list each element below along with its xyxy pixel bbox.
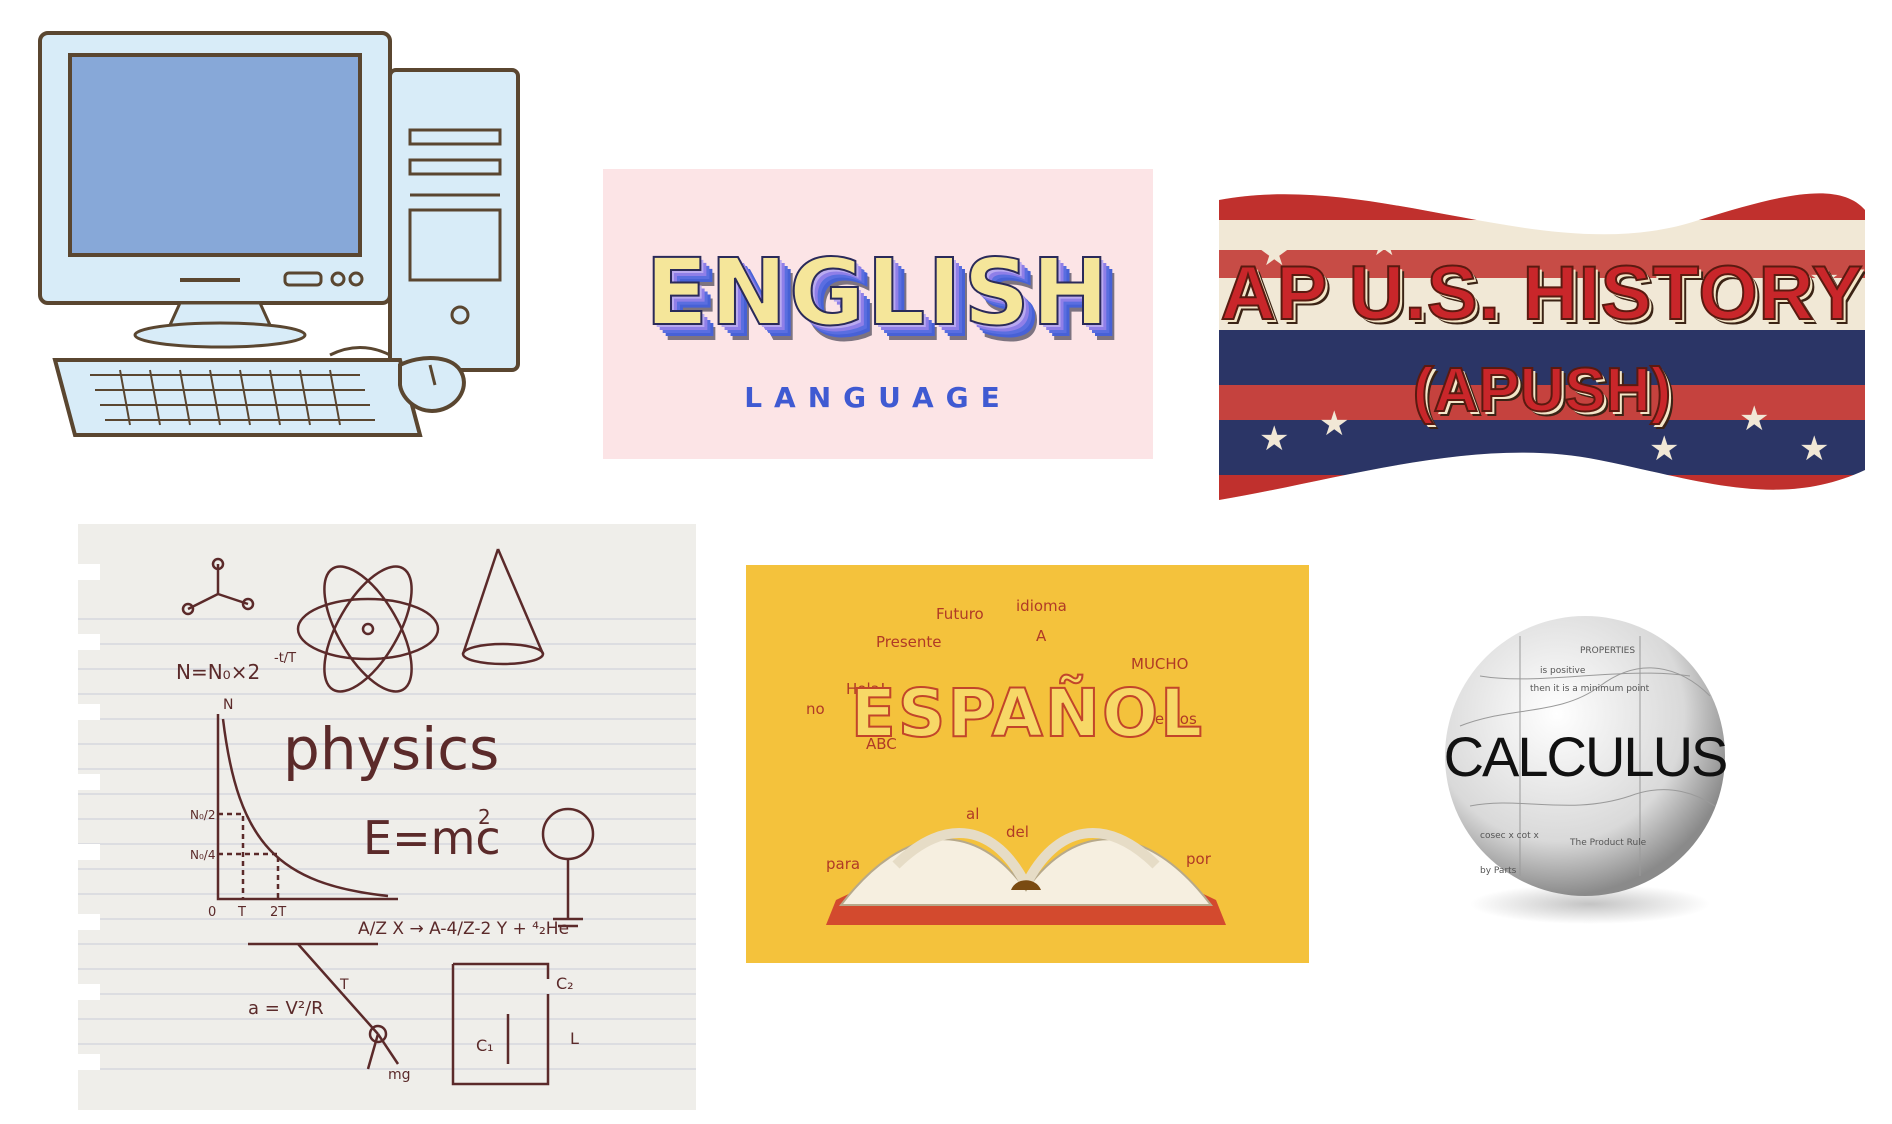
circuit-label-l: L [570, 1029, 579, 1048]
calc-note-properties: PROPERTIES [1580, 646, 1636, 656]
calculus-sphere: is positive then it is a minimum point T… [1420, 606, 1750, 936]
flag-banner: ★ ★★ ★ ★★ ★★ [1219, 193, 1865, 500]
computer-icon [38, 31, 520, 437]
apush-banner: ★ ★ ★ ★ ★ ★ ★ ★ AP U.S. HISTORY (APUSH) [1219, 180, 1865, 510]
book-icon [826, 828, 1226, 925]
physics-sketch: physics E=mc 2 N=N₀×2 -t/T A/Z X → A-4/Z… [78, 524, 696, 1110]
physics-decay-formula: N=N₀×2 [176, 660, 260, 684]
calc-note-positive: is positive [1540, 666, 1586, 676]
graph-label-n: N [223, 697, 233, 713]
english-title: ENGLISH [644, 238, 1111, 347]
calc-note-cosec: cosec x cot x [1480, 831, 1539, 841]
calculus-title: CALCULUS [1443, 725, 1729, 788]
english-language-card: ENGLISH LANGUAGE [603, 169, 1153, 459]
graph-label-t: T [237, 905, 246, 920]
physics-title: physics [283, 715, 499, 783]
graph-label-n-half: N₀/2 [190, 808, 215, 822]
graph-label-zero: 0 [208, 905, 216, 920]
svg-text:★: ★ [1799, 429, 1829, 469]
physics-notebook: physics E=mc 2 N=N₀×2 -t/T A/Z X → A-4/Z… [78, 524, 696, 1110]
physics-nuclear-formula: A/Z X → A-4/Z-2 Y + ⁴₂He [358, 919, 569, 939]
physics-acceleration-formula: a = V²/R [248, 998, 324, 1019]
force-label-mg: mg [388, 1067, 411, 1083]
graph-label-2t: 2T [270, 905, 286, 920]
circuit-label-c1: C₁ [476, 1036, 494, 1055]
physics-energy-exponent: 2 [478, 805, 491, 829]
force-label-t: T [339, 977, 349, 993]
physics-decay-exponent: -t/T [274, 651, 296, 666]
calc-note-product-rule: The Product Rule [1570, 838, 1647, 848]
graph-label-n-quarter: N₀/4 [190, 848, 215, 862]
english-subtitle: LANGUAGE [744, 381, 1012, 414]
keyboard-icon [52, 358, 423, 437]
apush-subtitle: (APUSH) [1412, 355, 1672, 426]
calc-note-by-parts: by Parts [1480, 866, 1517, 876]
computer-illustration [30, 25, 550, 465]
espanol-card: Futuro idioma Presente MUCHO Hola! ABC v… [746, 565, 1309, 963]
svg-text:★: ★ [1649, 429, 1679, 469]
calc-note-minimum: then it is a minimum point [1530, 684, 1650, 694]
apush-title: AP U.S. HISTORY [1220, 250, 1864, 337]
circuit-label-c2: C₂ [556, 974, 574, 993]
